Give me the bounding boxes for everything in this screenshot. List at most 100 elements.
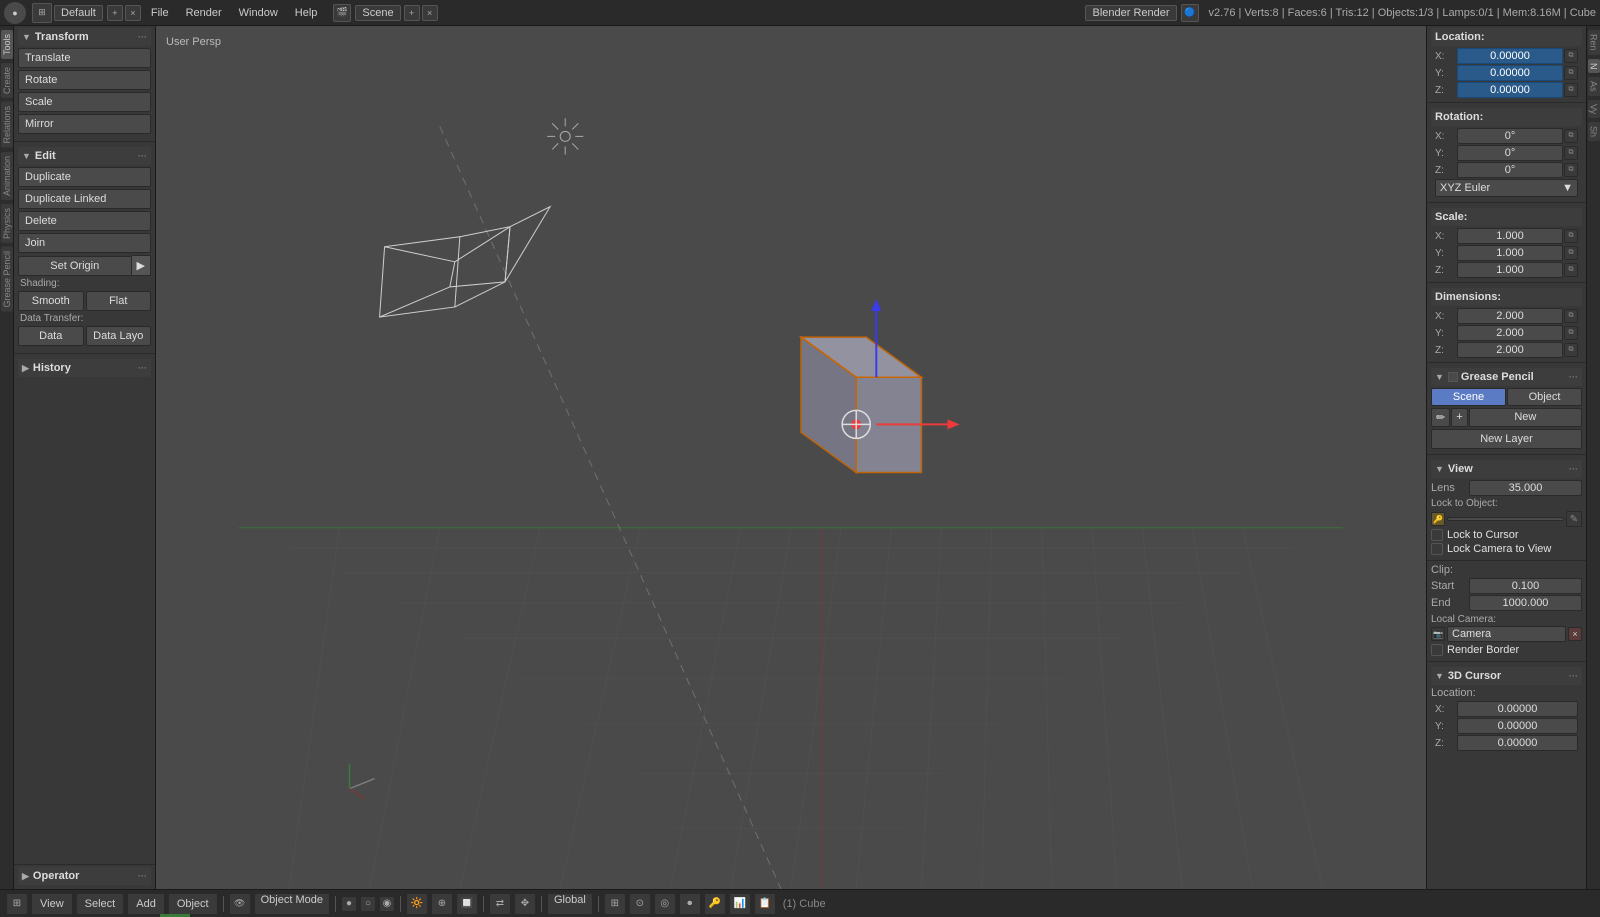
location-z-copy[interactable]: ⧉ <box>1564 83 1578 97</box>
gp-pencil-btn[interactable]: ✏ <box>1431 408 1450 427</box>
cursor-z-input[interactable]: 0.00000 <box>1457 735 1578 751</box>
rotate-btn[interactable]: Rotate <box>18 70 151 90</box>
remove-screen-btn[interactable]: × <box>125 5 141 21</box>
gp-tab-object[interactable]: Object <box>1507 388 1582 406</box>
grease-pencil-header[interactable]: ▼ Grease Pencil ··· <box>1431 368 1582 386</box>
rotation-x-copy[interactable]: ⧉ <box>1564 129 1578 143</box>
translate-btn[interactable]: Translate <box>18 48 151 68</box>
object-menu-btn[interactable]: Object <box>168 893 218 915</box>
cursor-3d-header[interactable]: ▼ 3D Cursor ··· <box>1431 667 1582 685</box>
location-header[interactable]: Location: <box>1431 28 1582 46</box>
gp-new-layer-btn[interactable]: New Layer <box>1431 429 1582 449</box>
rotation-header[interactable]: Rotation: <box>1431 108 1582 126</box>
duplicate-btn[interactable]: Duplicate <box>18 167 151 187</box>
tab-create[interactable]: Create <box>1 63 13 98</box>
view-header[interactable]: ▼ View ··· <box>1431 460 1582 478</box>
tab-tools[interactable]: Tools <box>1 30 13 59</box>
rotation-z-input[interactable]: 0° <box>1457 162 1563 178</box>
object-mode-icon[interactable]: 👁 <box>229 893 251 915</box>
location-z-input[interactable]: 0.00000 <box>1457 82 1563 98</box>
set-origin-btn[interactable]: Set Origin <box>18 256 132 276</box>
location-y-copy[interactable]: ⧉ <box>1564 66 1578 80</box>
scene-name[interactable]: Scene <box>355 5 400 21</box>
texture-shading-btn[interactable]: ◉ <box>379 896 395 912</box>
operator-header[interactable]: ▶ Operator ··· <box>18 867 151 885</box>
pivot-btn[interactable]: ⊕ <box>431 893 453 915</box>
location-x-copy[interactable]: ⧉ <box>1564 49 1578 63</box>
dim-x-copy[interactable]: ⧉ <box>1564 309 1578 323</box>
location-y-input[interactable]: 0.00000 <box>1457 65 1563 81</box>
wire-shading-btn[interactable]: ○ <box>360 896 376 912</box>
rotation-y-copy[interactable]: ⧉ <box>1564 146 1578 160</box>
lock-camera-checkbox[interactable] <box>1431 543 1443 555</box>
lock-obj-pen[interactable]: ✎ <box>1566 511 1582 527</box>
dim-z-input[interactable]: 2.000 <box>1457 342 1563 358</box>
proportional-btn[interactable]: ⊙ <box>629 893 651 915</box>
clip-end-input[interactable]: 1000.000 <box>1469 595 1582 611</box>
tab-physics[interactable]: Physics <box>1 204 13 243</box>
auto-key-btn[interactable]: 🔑 <box>704 893 726 915</box>
scale-header[interactable]: Scale: <box>1431 208 1582 226</box>
menu-window[interactable]: Window <box>231 5 286 21</box>
add-menu-btn[interactable]: Add <box>127 893 165 915</box>
manipulator-icon[interactable]: ✥ <box>514 893 536 915</box>
tab-as[interactable]: As <box>1588 77 1600 96</box>
gp-plus-btn[interactable]: + <box>1451 408 1467 427</box>
data-btn[interactable]: Data <box>18 326 84 346</box>
mirror-btn[interactable]: Mirror <box>18 114 151 134</box>
rotation-z-copy[interactable]: ⧉ <box>1564 163 1578 177</box>
set-origin-arrow-btn[interactable]: ▶ <box>132 255 151 276</box>
edit-header[interactable]: ▼ Edit ··· <box>18 147 151 165</box>
snap-btn[interactable]: 🔲 <box>456 893 478 915</box>
dim-z-copy[interactable]: ⧉ <box>1564 343 1578 357</box>
dim-y-input[interactable]: 2.000 <box>1457 325 1563 341</box>
rotation-x-input[interactable]: 0° <box>1457 128 1563 144</box>
mode-select[interactable]: Object Mode <box>254 893 330 915</box>
scale-x-copy[interactable]: ⧉ <box>1564 229 1578 243</box>
data-layers-btn[interactable]: Data Layo <box>86 326 152 346</box>
viewport-type-icon[interactable]: ⊞ <box>6 893 28 915</box>
render-icon[interactable]: 🔵 <box>1181 4 1199 22</box>
gp-checkbox[interactable] <box>1448 372 1458 382</box>
join-btn[interactable]: Join <box>18 233 151 253</box>
record-btn[interactable]: ⏺ <box>679 893 701 915</box>
tab-render[interactable]: Ren <box>1588 30 1600 55</box>
scale-x-input[interactable]: 1.000 <box>1457 228 1563 244</box>
smooth-btn[interactable]: Smooth <box>18 291 84 311</box>
cursor-y-input[interactable]: 0.00000 <box>1457 718 1578 734</box>
scale-y-input[interactable]: 1.000 <box>1457 245 1563 261</box>
dimensions-header[interactable]: Dimensions: <box>1431 288 1582 306</box>
lock-cursor-checkbox[interactable] <box>1431 529 1443 541</box>
tab-grease-pencil[interactable]: Grease Pencil <box>1 247 13 312</box>
lock-obj-input[interactable] <box>1447 517 1564 521</box>
history-header[interactable]: ▶ History ··· <box>18 359 151 377</box>
viewport[interactable]: User Persp <box>156 26 1426 889</box>
grid-btn[interactable]: ⊞ <box>604 893 626 915</box>
scale-z-input[interactable]: 1.000 <box>1457 262 1563 278</box>
remove-scene-btn[interactable]: × <box>422 5 438 21</box>
render-engine-select[interactable]: Blender Render <box>1085 5 1176 21</box>
layout-select[interactable]: Default <box>54 5 103 21</box>
select-menu-btn[interactable]: Select <box>76 893 125 915</box>
camera-close-btn[interactable]: × <box>1568 627 1582 641</box>
scale-y-copy[interactable]: ⧉ <box>1564 246 1578 260</box>
camera-input[interactable]: Camera <box>1447 626 1566 642</box>
rotation-y-input[interactable]: 0° <box>1457 145 1563 161</box>
rendered-btn[interactable]: 🔆 <box>406 893 428 915</box>
location-x-input[interactable]: 0.00000 <box>1457 48 1563 64</box>
menu-help[interactable]: Help <box>287 5 326 21</box>
scale-btn[interactable]: Scale <box>18 92 151 112</box>
lens-input[interactable]: 35.000 <box>1469 480 1582 496</box>
transform-icon[interactable]: ⇄ <box>489 893 511 915</box>
cursor-x-input[interactable]: 0.00000 <box>1457 701 1578 717</box>
tab-vy[interactable]: Vy <box>1588 100 1600 118</box>
delete-btn[interactable]: Delete <box>18 211 151 231</box>
solid-shading-btn[interactable]: ● <box>341 896 357 912</box>
menu-render[interactable]: Render <box>178 5 230 21</box>
layer-btn[interactable]: 📋 <box>754 893 776 915</box>
clip-start-input[interactable]: 0.100 <box>1469 578 1582 594</box>
duplicate-linked-btn[interactable]: Duplicate Linked <box>18 189 151 209</box>
tab-animation[interactable]: Animation <box>1 152 13 200</box>
add-scene-btn[interactable]: + <box>404 5 420 21</box>
dim-x-input[interactable]: 2.000 <box>1457 308 1563 324</box>
